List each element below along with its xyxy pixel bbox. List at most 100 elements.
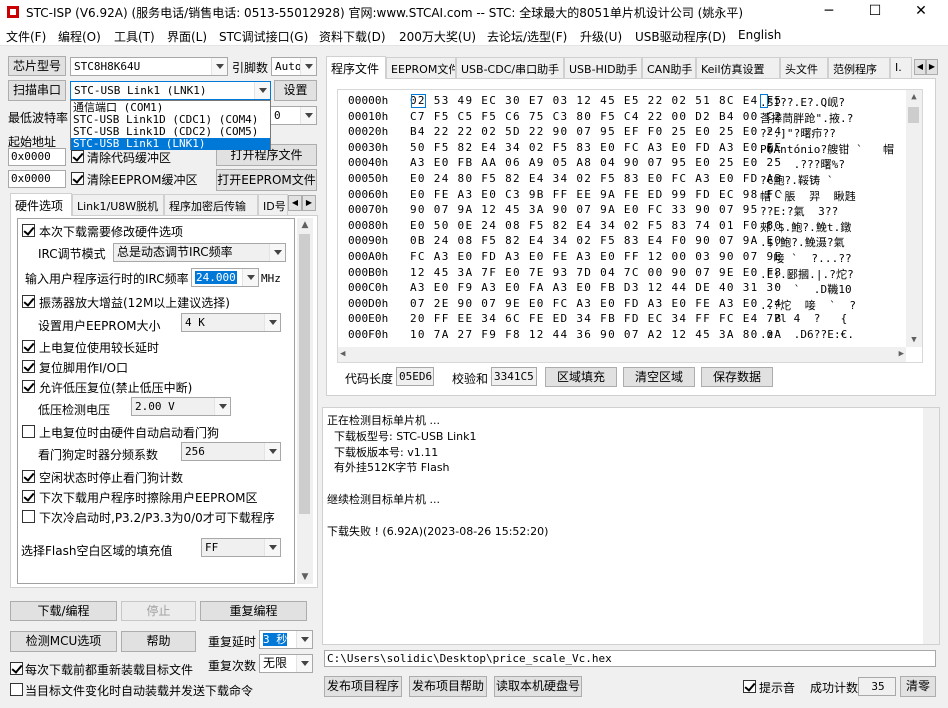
scroll-up-icon[interactable]: ▲ — [297, 218, 313, 232]
hex-vertical-scrollbar[interactable]: ▲ ▼ — [906, 90, 922, 347]
hex-view[interactable]: 00000h 02 53 49 EC 30 E7 03 12 45 E5 22 0… — [337, 89, 923, 363]
maximize-button[interactable]: ☐ — [852, 0, 898, 24]
menu-upgrade[interactable]: 升级(U) — [580, 28, 622, 45]
reset-pin-io-label: 复位脚用作I/O口 — [39, 361, 129, 375]
hex-ascii: 郟.$.鮑?.鮸t.鐓 — [760, 220, 852, 234]
tab-hardware-options[interactable]: 硬件选项 — [10, 193, 72, 216]
code-start-address-input[interactable]: 0x0000 — [8, 148, 66, 166]
oscillator-gain-checkbox[interactable] — [22, 295, 35, 308]
open-eeprom-file-button[interactable]: 打开EEPROM文件 — [216, 169, 317, 191]
tab-scroll-left-icon[interactable]: ◀ — [288, 195, 302, 211]
close-button[interactable]: ✕ — [898, 0, 944, 24]
menu-program[interactable]: 编程(O) — [58, 28, 101, 45]
repeat-delay-select[interactable]: 3 秒 — [259, 630, 313, 649]
tab-link1-offline[interactable]: Link1/U8W脱机 — [72, 194, 164, 216]
clear-code-buffer-checkbox[interactable] — [71, 150, 84, 163]
tab-scroll-left-icon[interactable]: ◀ — [914, 59, 926, 75]
tab-eeprom-file[interactable]: EEPROM文件 — [386, 57, 456, 79]
scroll-down-icon[interactable]: ▼ — [297, 570, 313, 584]
long-power-on-delay-checkbox[interactable] — [22, 340, 35, 353]
minimize-button[interactable]: ─ — [806, 0, 852, 24]
scroll-left-icon[interactable]: ◀ — [340, 347, 345, 362]
scroll-down-icon[interactable]: ▼ — [906, 333, 922, 347]
tab-keil-emulation[interactable]: Keil仿真设置 — [696, 57, 780, 79]
scroll-right-icon[interactable]: ▶ — [899, 347, 904, 362]
menu-file[interactable]: 文件(F) — [6, 28, 46, 45]
publish-help-button[interactable]: 发布项目帮助 — [409, 676, 487, 697]
clear-eeprom-buffer-label: 清除EEPROM缓冲区 — [87, 173, 198, 187]
tab-header-file[interactable]: 头文件 — [780, 57, 828, 79]
detect-mcu-button[interactable]: 检测MCU选项 — [10, 631, 117, 652]
help-button[interactable]: 帮助 — [121, 631, 196, 652]
menu-english[interactable]: English — [738, 28, 781, 42]
tab-can[interactable]: CAN助手 — [642, 57, 696, 79]
save-data-button[interactable]: 保存数据 — [701, 367, 773, 387]
menu-tools[interactable]: 工具(T) — [114, 28, 155, 45]
idle-stop-wdt-label: 空闲状态时停止看门狗计数 — [39, 471, 184, 485]
reset-count-button[interactable]: 清零 — [900, 676, 936, 697]
min-baud-select[interactable]: 0 — [270, 106, 317, 125]
tab-examples[interactable]: 范例程序 — [828, 57, 890, 79]
menu-downloads[interactable]: 资料下载(D) — [319, 28, 386, 45]
menu-interface[interactable]: 界面(L) — [167, 28, 207, 45]
hw-watchdog-checkbox[interactable] — [22, 425, 35, 438]
tab-program-file[interactable]: 程序文件 — [326, 56, 386, 79]
eeprom-start-address-input[interactable]: 0x0000 — [8, 170, 66, 188]
chip-model-select[interactable]: STC8H8K64U — [70, 57, 228, 76]
tab-usb-cdc-serial[interactable]: USB-CDC/串口助手 — [456, 57, 564, 79]
hex-ascii: ` ` .D鞿10 — [760, 283, 852, 297]
hardware-options-scrollbar[interactable]: ▲ ▼ — [297, 218, 313, 584]
pin-count-select[interactable]: Auto — [271, 57, 317, 76]
stop-button[interactable]: 停止 — [121, 601, 196, 621]
eeprom-size-select[interactable]: 4 K — [181, 313, 281, 332]
low-voltage-reset-checkbox[interactable] — [22, 380, 35, 393]
scrollbar-thumb[interactable] — [908, 107, 919, 123]
hex-horizontal-scrollbar[interactable]: ◀ ▶ — [338, 347, 906, 362]
irc-mode-value: 总是动态调节IRC频率 — [117, 245, 233, 259]
flash-fill-select[interactable]: FF — [201, 538, 281, 557]
port-select[interactable]: STC-USB Link1 (LNK1) — [70, 81, 271, 100]
log-scrollbar[interactable] — [923, 408, 939, 644]
area-fill-button[interactable]: 区域填充 — [545, 367, 617, 387]
repeat-count-select[interactable]: 无限 — [259, 654, 313, 673]
menu-usb-driver[interactable]: USB驱动程序(D) — [635, 28, 726, 45]
irc-mode-select[interactable]: 总是动态调节IRC频率 — [113, 243, 286, 262]
target-file-path[interactable]: C:\Users\solidic\Desktop\price_scale_Vc.… — [324, 650, 936, 667]
repeat-program-button[interactable]: 重复编程 — [200, 601, 307, 621]
idle-stop-wdt-checkbox[interactable] — [22, 470, 35, 483]
tab-more[interactable]: I. — [890, 57, 912, 79]
clear-area-button[interactable]: 清空区域 — [623, 367, 695, 387]
log-line: 有外挂512K字节 Flash — [327, 461, 450, 475]
scrollbar-thumb[interactable] — [299, 234, 310, 514]
menu-debug[interactable]: STC调试接口(G) — [219, 28, 308, 45]
port-option-lnk1[interactable]: STC-USB Link1 (LNK1) — [71, 138, 270, 150]
reset-pin-io-checkbox[interactable] — [22, 360, 35, 373]
publish-project-button[interactable]: 发布项目程序 — [324, 676, 402, 697]
menu-forum[interactable]: 去论坛/选型(F) — [487, 28, 567, 45]
scroll-up-icon[interactable]: ▲ — [906, 90, 922, 104]
erase-eeprom-checkbox[interactable] — [22, 490, 35, 503]
tab-usb-hid[interactable]: USB-HID助手 — [564, 57, 642, 79]
wdt-prescaler-select[interactable]: 256 — [181, 442, 281, 461]
irc-frequency-select[interactable]: 24.000 — [191, 268, 259, 287]
beep-checkbox[interactable] — [743, 680, 756, 693]
chip-model-button[interactable]: 芯片型号 — [8, 56, 66, 76]
hex-addr: 00080h — [348, 218, 389, 232]
hex-ascii: P�António?艘钳 ` 帽 — [760, 142, 895, 156]
settings-button[interactable]: 设置 — [274, 80, 317, 101]
tab-encrypted-transfer[interactable]: 程序加密后传输 — [164, 194, 258, 216]
tab-id[interactable]: ID号 — [258, 194, 288, 216]
read-disk-id-button[interactable]: 读取本机硬盘号 — [494, 676, 582, 697]
reload-before-download-checkbox[interactable] — [10, 662, 23, 675]
lvd-voltage-select[interactable]: 2.00 V — [131, 397, 231, 416]
scan-port-button[interactable]: 扫描串口 — [8, 80, 66, 101]
modify-hw-options-checkbox[interactable] — [22, 224, 35, 237]
tab-scroll-right-icon[interactable]: ▶ — [302, 195, 316, 211]
download-program-button[interactable]: 下载/编程 — [10, 601, 117, 621]
hex-ascii: 唼 ` ?...?? — [760, 252, 852, 265]
auto-send-checkbox[interactable] — [10, 683, 23, 696]
clear-eeprom-buffer-checkbox[interactable] — [71, 172, 84, 185]
p32-p33-download-checkbox[interactable] — [22, 510, 35, 523]
menu-prize[interactable]: 200万大奖(U) — [399, 28, 476, 45]
tab-scroll-right-icon[interactable]: ▶ — [926, 59, 938, 75]
